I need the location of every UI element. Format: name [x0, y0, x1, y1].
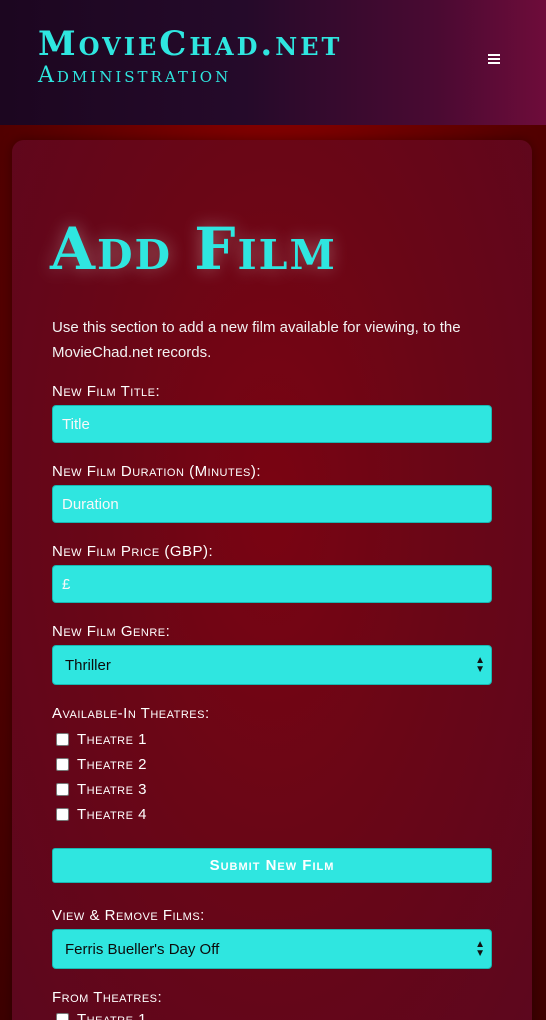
- film-price-input[interactable]: [52, 565, 492, 603]
- brand-title[interactable]: MovieChad.net: [38, 26, 342, 62]
- navbar: MovieChad.net Administration: [0, 0, 546, 125]
- brand-subtitle: Administration: [38, 63, 232, 88]
- genre-select-value: Thriller: [65, 656, 111, 674]
- theatre-3-checkbox[interactable]: [56, 782, 69, 796]
- theatre-4-checkbox[interactable]: [56, 807, 69, 821]
- theatre-checkbox-row[interactable]: Theatre 3: [56, 779, 147, 799]
- film-duration-label: New Film Duration (Minutes):: [52, 463, 262, 480]
- brand[interactable]: MovieChad.net Administration: [38, 26, 342, 90]
- theatre-1-label: Theatre 1: [77, 730, 147, 748]
- theatre-3-label: Theatre 3: [77, 780, 147, 798]
- theatre-2-label: Theatre 2: [77, 755, 147, 773]
- theatre-checkbox-row[interactable]: Theatre 4: [56, 804, 147, 824]
- film-select-value: Ferris Bueller's Day Off: [65, 940, 220, 958]
- select-arrows-icon: ▲ ▼: [475, 655, 485, 675]
- theatres-label: Available-In Theatres:: [52, 705, 210, 722]
- page-title: Add Film: [50, 215, 337, 283]
- theatre-checkbox-row[interactable]: Theatre 1: [56, 729, 147, 749]
- theatre-checkbox-row[interactable]: Theatre 2: [56, 754, 147, 774]
- genre-select[interactable]: Thriller ▲ ▼: [52, 645, 492, 685]
- remove-theatre-1-label: Theatre 1: [77, 1010, 147, 1020]
- film-genre-label: New Film Genre:: [52, 623, 171, 640]
- film-price-label: New Film Price (GBP):: [52, 543, 214, 560]
- remove-theatre-checkbox-row[interactable]: Theatre 1: [56, 1009, 147, 1020]
- film-duration-input[interactable]: [52, 485, 492, 523]
- film-title-input[interactable]: [52, 405, 492, 443]
- from-theatres-label: From Theatres:: [52, 989, 163, 1006]
- film-title-label: New Film Title:: [52, 383, 161, 400]
- hamburger-icon[interactable]: [485, 52, 503, 68]
- film-select[interactable]: Ferris Bueller's Day Off ▲ ▼: [52, 929, 492, 969]
- submit-new-film-button[interactable]: Submit New Film: [52, 848, 492, 883]
- theatre-4-label: Theatre 4: [77, 805, 147, 823]
- remove-films-label: View & Remove Films:: [52, 907, 205, 924]
- theatre-2-checkbox[interactable]: [56, 757, 69, 771]
- theatre-1-checkbox[interactable]: [56, 732, 69, 746]
- select-arrows-icon: ▲ ▼: [475, 939, 485, 959]
- remove-theatre-1-checkbox[interactable]: [56, 1012, 69, 1020]
- intro-text: Use this section to add a new film avail…: [52, 319, 461, 361]
